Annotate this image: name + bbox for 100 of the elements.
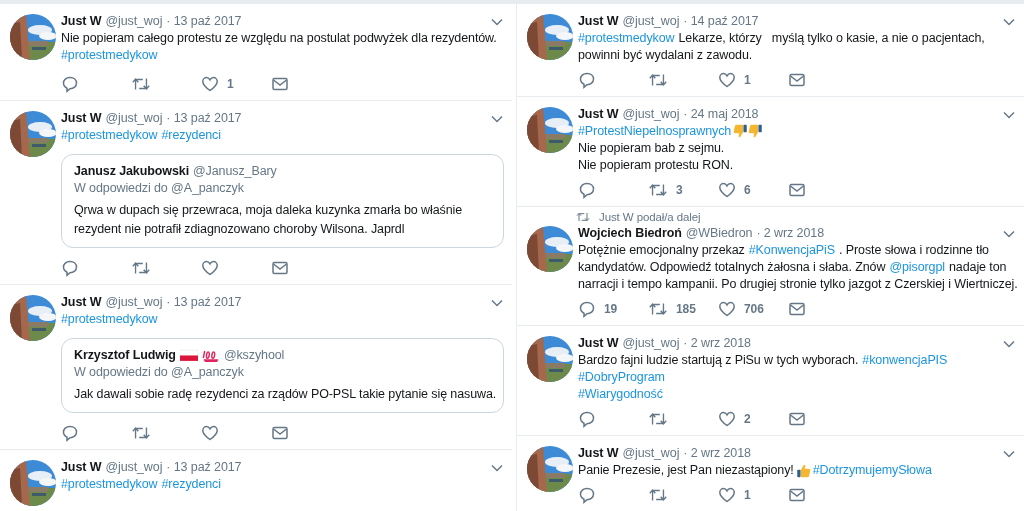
retweet-icon[interactable] <box>131 424 151 442</box>
author-name[interactable]: Wojciech Biedroń <box>578 225 682 242</box>
quoted-tweet-card[interactable]: Krzysztof Ludwig @kszyhool W odpowiedzi do @A_panczyk Jak dawali sobie radę rezydenci za rządów PO-PSL takie pytanie się nasuwa. <box>61 338 504 413</box>
retweet-icon[interactable] <box>648 71 668 89</box>
heart-icon[interactable] <box>201 75 219 93</box>
quoted-tweet-card[interactable]: Janusz Jakubowski @Janusz_Bary W odpowiedzi do @A_panczyk Qrwa w dupach się przewraca, moja daleka kuzynka zmarła bo właśnie rezydent nie potrafił zdiagnozowano choroby Wilsona. Japrdl <box>61 154 504 248</box>
tweet-text: powinni być wydalani z zawodu. <box>578 47 754 64</box>
retweet-icon[interactable] <box>131 259 151 277</box>
reply-icon[interactable] <box>61 424 79 442</box>
action-count: 1 <box>744 73 751 87</box>
tweet-date[interactable]: · 13 paź 2017 <box>166 110 242 127</box>
hashtag-link[interactable]: #Wiarygodność <box>578 386 663 403</box>
author-name[interactable]: Just W <box>61 110 102 127</box>
heart-icon[interactable] <box>201 259 219 277</box>
hashtag-link[interactable]: #DobryProgram <box>578 369 665 386</box>
author-name[interactable]: Just W <box>578 13 619 30</box>
tweet-text: Bardzo fajni ludzie startują z PiSu w tych wyborach. #konwencjaPIS <box>578 352 949 369</box>
hashtag-link[interactable]: #KonwencjaPiS <box>748 242 835 259</box>
retweet-icon[interactable] <box>648 181 668 199</box>
tweet-date[interactable]: · 13 paź 2017 <box>166 13 242 30</box>
tweet-date[interactable]: · 13 paź 2017 <box>166 294 242 311</box>
hashtag-link[interactable]: #ProtestNiepelnosprawnych <box>578 123 732 140</box>
reply-icon[interactable] <box>578 486 596 504</box>
thumbs-up-icon <box>795 463 811 478</box>
chevron-down-icon[interactable] <box>490 462 504 473</box>
reply-icon[interactable] <box>578 300 596 318</box>
reply-icon[interactable] <box>61 75 79 93</box>
reply-icon[interactable] <box>578 181 596 199</box>
author-handle[interactable]: @just_woj <box>105 459 163 476</box>
heart-icon[interactable] <box>201 424 219 442</box>
author-handle[interactable]: @just_woj <box>105 110 163 127</box>
mail-icon[interactable] <box>788 71 806 89</box>
mail-icon[interactable] <box>271 259 289 277</box>
mail-icon[interactable] <box>271 424 289 442</box>
author-handle[interactable]: @just_woj <box>622 106 680 123</box>
action-count: 6 <box>744 183 751 197</box>
tweet-text: Nie popieram całego protestu ze względu na postulat podwyżek dla rezydentów. <box>61 30 498 47</box>
hashtag-link[interactable]: #protestmedykow <box>578 30 675 47</box>
action-count: 19 <box>604 302 618 316</box>
tweet-date[interactable]: · 2 wrz 2018 <box>756 225 825 242</box>
thumbs-down-icon <box>733 124 749 139</box>
chevron-down-icon[interactable] <box>490 113 504 124</box>
chevron-down-icon[interactable] <box>1002 228 1016 239</box>
mail-icon[interactable] <box>271 75 289 93</box>
heart-icon[interactable] <box>718 71 736 89</box>
hashtag-link[interactable]: #protestmedykow <box>61 311 158 328</box>
author-name[interactable]: Just W <box>61 459 102 476</box>
author-handle[interactable]: @just_woj <box>105 13 163 30</box>
retweet-icon[interactable] <box>648 486 668 504</box>
hashtag-link[interactable]: #protestmedykow <box>61 127 158 144</box>
retweet-icon[interactable] <box>131 75 151 93</box>
action-count: 2 <box>744 412 751 426</box>
chevron-down-icon[interactable] <box>1002 109 1016 120</box>
quoted-author-name: Krzysztof Ludwig <box>74 347 176 364</box>
reply-icon[interactable] <box>578 71 596 89</box>
hashtag-link[interactable]: #rezydenci <box>161 476 221 493</box>
tweet-text: Panie Prezesie, jest Pan niezastąpiony! #DotrzymujemySłowa <box>578 462 933 479</box>
author-name[interactable]: Just W <box>61 294 102 311</box>
mail-icon[interactable] <box>788 300 806 318</box>
action-count: 1 <box>744 488 751 502</box>
tweet-text: Potężnie emocjonalny przekaz #KonwencjaPiS . Proste słowa i rodzinne tło <box>578 242 990 259</box>
chevron-down-icon[interactable] <box>1002 448 1016 459</box>
mail-icon[interactable] <box>788 486 806 504</box>
hashtag-link[interactable]: #konwencjaPIS <box>862 352 948 369</box>
tweet-date[interactable]: · 2 wrz 2018 <box>683 445 751 462</box>
reply-icon[interactable] <box>578 410 596 428</box>
hundred-points-icon <box>201 349 220 362</box>
tweet-date[interactable]: · 14 paź 2017 <box>683 13 759 30</box>
chevron-down-icon[interactable] <box>490 16 504 27</box>
author-name[interactable]: Just W <box>61 13 102 30</box>
author-handle[interactable]: @just_woj <box>622 13 680 30</box>
chevron-down-icon[interactable] <box>1002 338 1016 349</box>
tweet-date[interactable]: · 24 maj 2018 <box>683 106 759 123</box>
retweet-icon[interactable] <box>648 300 668 318</box>
mail-icon[interactable] <box>788 410 806 428</box>
hashtag-link[interactable]: #protestmedykow <box>61 476 158 493</box>
mention-link[interactable]: @pisorgpl <box>889 259 945 276</box>
heart-icon[interactable] <box>718 300 736 318</box>
author-name[interactable]: Just W <box>578 106 619 123</box>
heart-icon[interactable] <box>718 410 736 428</box>
author-name[interactable]: Just W <box>578 445 619 462</box>
author-handle[interactable]: @just_woj <box>622 335 680 352</box>
author-handle[interactable]: @just_woj <box>622 445 680 462</box>
chevron-down-icon[interactable] <box>1002 16 1016 27</box>
flag-icon <box>179 349 198 362</box>
heart-icon[interactable] <box>718 486 736 504</box>
hashtag-link[interactable]: #DotrzymujemySłowa <box>812 462 932 479</box>
reply-to-label: W odpowiedzi do @A_panczyk <box>74 180 245 197</box>
author-name[interactable]: Just W <box>578 335 619 352</box>
retweet-icon[interactable] <box>648 410 668 428</box>
mail-icon[interactable] <box>788 181 806 199</box>
tweet-date[interactable]: · 2 wrz 2018 <box>683 335 751 352</box>
chevron-down-icon[interactable] <box>490 297 504 308</box>
author-handle[interactable]: @just_woj <box>105 294 163 311</box>
hashtag-link[interactable]: #rezydenci <box>161 127 221 144</box>
heart-icon[interactable] <box>718 181 736 199</box>
tweet-date[interactable]: · 13 paź 2017 <box>166 459 242 476</box>
author-handle[interactable]: @WBiedron <box>685 225 753 242</box>
reply-icon[interactable] <box>61 259 79 277</box>
hashtag-link[interactable]: #protestmedykow <box>61 47 158 64</box>
